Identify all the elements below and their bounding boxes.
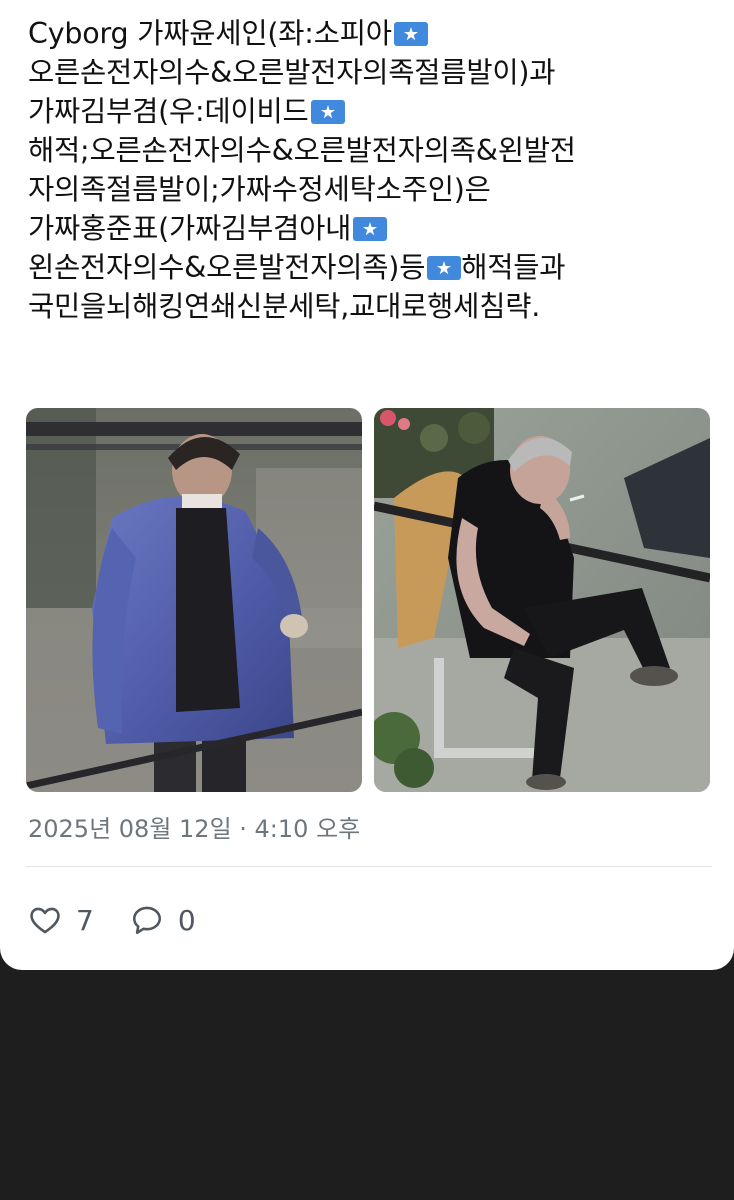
post-line-4: 해적;오른손전자의수&오른발전자의족&왼발전: [28, 134, 576, 167]
post-line-7: 왼손전자의수&오른발전자의족)등 해적들과: [28, 251, 566, 284]
heart-outline-icon: [28, 903, 62, 937]
tweet-card: Cyborg 가짜윤세인(좌:소피아 오른손전자의수&오른발전자의족절름발이)과…: [0, 0, 734, 970]
post-line-8: 국민을뇌해킹연쇄신분세탁,교대로행세침략.: [28, 290, 541, 323]
post-line-6: 가짜홍준표(가짜김부겸아내: [28, 209, 718, 248]
somalia-flag-icon: [353, 217, 388, 241]
like-count: 7: [76, 903, 94, 937]
somalia-flag-icon: [393, 22, 428, 46]
photo-man-blue-jacket[interactable]: [26, 408, 362, 792]
post-line-3: 가짜김부겸(우:데이비드: [28, 92, 718, 131]
post-text: Cyborg 가짜윤세인(좌:소피아 오른손전자의수&오른발전자의족절름발이)과…: [28, 14, 718, 326]
somalia-flag-icon: [427, 256, 462, 280]
like-button[interactable]: 7: [28, 903, 94, 937]
reply-button[interactable]: 0: [130, 903, 196, 937]
somalia-flag-icon: [310, 100, 345, 124]
reply-count: 0: [177, 903, 196, 937]
post-line-2: 오른손전자의수&오른발전자의족절름발이)과: [28, 56, 556, 89]
speech-bubble-outline-icon: [130, 903, 164, 937]
photo-man-seated-smoking[interactable]: [374, 408, 710, 792]
divider: [26, 866, 712, 867]
post-line-5: 자의족절름발이;가짜수정세탁소주인)은: [28, 173, 491, 206]
post-line-1: Cyborg 가짜윤세인(좌:소피아: [28, 14, 718, 53]
post-timestamp[interactable]: 2025년 08월 12일 · 4:10 오후: [28, 812, 360, 846]
engagement-bar: 7 0: [28, 898, 196, 942]
